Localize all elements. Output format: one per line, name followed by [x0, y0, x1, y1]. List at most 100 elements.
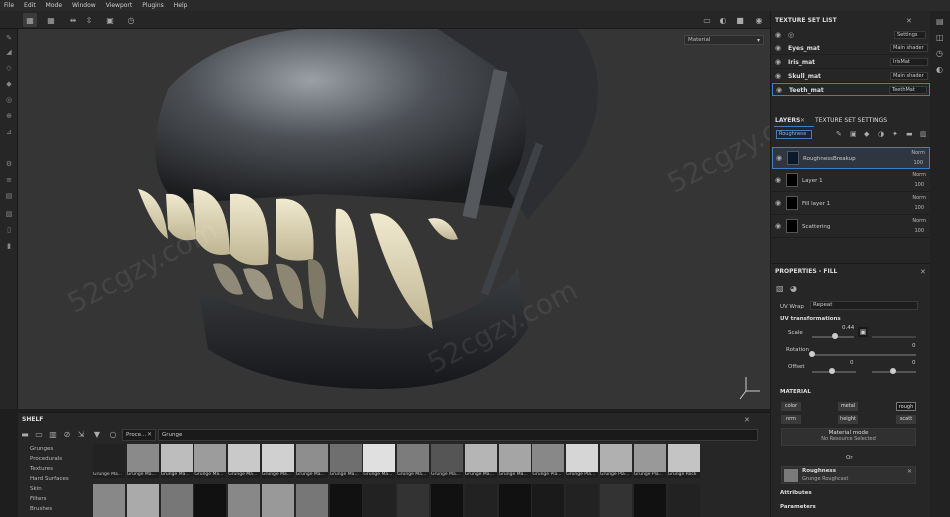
uv-transformations-section[interactable]: UV transformations [780, 316, 841, 322]
shelf-thumbnail[interactable] [93, 484, 125, 517]
image-icon[interactable]: ▧ [4, 209, 14, 219]
shelf-thumbnail[interactable] [363, 484, 396, 517]
rotation-slider[interactable] [812, 354, 916, 356]
layers-tool-icon[interactable]: ≡ [4, 175, 14, 185]
frame-icon[interactable]: ▣ [103, 13, 117, 27]
material-mode-box[interactable]: Material mode No Resource Selected [781, 428, 916, 446]
projection-icon[interactable]: ◇ [4, 63, 14, 73]
shader-dropdown[interactable]: IrisMat [890, 58, 928, 66]
eye-icon[interactable]: ◉ [775, 199, 783, 207]
import-icon[interactable]: ⇲ [76, 430, 86, 440]
offset-y-value[interactable]: 0 [912, 360, 916, 366]
settings-dropdown[interactable]: Settings [894, 31, 926, 39]
mat-metal-button[interactable]: metal [838, 402, 858, 411]
clone-icon[interactable]: ⊕ [4, 111, 14, 121]
menu-edit[interactable]: Edit [24, 2, 36, 9]
smudge-icon[interactable]: ◎ [4, 95, 14, 105]
shelf-thumbnail[interactable]: Grunge Ma... [194, 444, 227, 478]
layer-opacity[interactable]: 100 [914, 228, 924, 234]
material-sphere-icon[interactable]: ◕ [790, 284, 797, 293]
paint-layer-icon[interactable]: ✎ [836, 130, 842, 138]
shelf-thumbnail[interactable]: Grunge Ma... [498, 444, 531, 478]
shelf-thumbnail[interactable]: Grunge Ma... [329, 444, 362, 478]
shelf-thumbnail[interactable] [194, 484, 227, 517]
shelf-thumbnail[interactable]: Grunge Rock [667, 444, 700, 478]
panel-close-icon[interactable]: ✕ [906, 17, 912, 25]
eye-icon[interactable]: ◉ [775, 44, 783, 52]
shelf-thumbnail[interactable]: Grunge Ma... [160, 444, 193, 478]
shelf-thumbnail[interactable]: Grunge Ma... [262, 444, 294, 478]
shelf-thumbnail[interactable]: Grunge Pla... [600, 444, 632, 478]
offset-y-knob[interactable] [890, 368, 896, 374]
offset-x-knob[interactable] [829, 368, 835, 374]
display-settings-icon[interactable]: ▭ [700, 13, 714, 27]
shelf-thumbnail[interactable]: Grunge Ma... [397, 444, 430, 478]
export-icon[interactable]: ▮ [4, 241, 14, 251]
delete-icon[interactable]: ▥ [48, 430, 58, 440]
filter-icon[interactable]: ▼ [92, 430, 102, 440]
shelf-thumbnail[interactable]: Grunge Ma... [431, 444, 463, 478]
texture-set-row-selected[interactable]: ◉ Teeth_mat TeethMat [772, 83, 930, 96]
shelf-thumbnail[interactable] [464, 484, 497, 517]
category-filters[interactable]: Filters [30, 496, 47, 502]
3d-viewport[interactable] [18, 29, 770, 409]
shelf-thumbnail[interactable]: Grunge Ma... [295, 444, 328, 478]
eye-off-icon[interactable]: ◎ [788, 31, 794, 39]
history-icon[interactable]: ◷ [124, 13, 138, 27]
shelf-thumbnail[interactable] [532, 484, 565, 517]
tab-texture-set-settings[interactable]: TEXTURE SET SETTINGS [815, 117, 887, 124]
hide-icon[interactable]: ⊘ [62, 430, 72, 440]
layer-row[interactable]: ◉ Layer 1 Norm 100 [772, 170, 930, 192]
texture-set-row[interactable]: ◉ Iris_mat IrisMat [772, 56, 930, 69]
display-icon[interactable]: ◐ [936, 65, 943, 74]
eye-icon[interactable]: ◉ [775, 176, 783, 184]
offset-x-value[interactable]: 0 [850, 360, 854, 366]
shelf-thumbnail[interactable]: Grunge Ma... [363, 444, 396, 478]
history-icon[interactable]: ◷ [936, 49, 943, 58]
blend-mode[interactable]: Norm [911, 150, 925, 156]
mat-color-button[interactable]: color [781, 402, 801, 411]
folder-icon[interactable]: ▬ [906, 130, 913, 138]
menu-window[interactable]: Window [72, 2, 96, 9]
layer-opacity[interactable]: 100 [914, 205, 924, 211]
menu-mode[interactable]: Mode [46, 2, 62, 9]
category-hard-surfaces[interactable]: Hard Surfaces [30, 476, 69, 482]
category-skin[interactable]: Skin [30, 486, 42, 492]
blend-mode[interactable]: Norm [912, 172, 926, 178]
remove-filter-icon[interactable]: ✕ [147, 431, 152, 438]
layer-opacity[interactable]: 100 [914, 182, 924, 188]
mat-nrm-button[interactable]: nrm [781, 415, 801, 424]
shelf-thumbnail[interactable]: Grunge Pla... [633, 444, 666, 478]
add-layer-icon[interactable]: ▣ [850, 130, 857, 138]
shelf-thumbnail[interactable] [498, 484, 531, 517]
mirror-icon[interactable]: ⇳ [82, 13, 96, 27]
tab-layers[interactable]: LAYERS [775, 117, 800, 124]
layer-opacity[interactable]: 100 [913, 160, 923, 166]
tab-close-icon[interactable]: ✕ [800, 117, 805, 124]
eye-icon[interactable]: ◉ [775, 72, 783, 80]
grid-large-icon[interactable]: ▦ [44, 13, 58, 27]
shelf-thumbnail[interactable] [600, 484, 632, 517]
shader-dropdown[interactable]: TeethMat [889, 86, 927, 94]
shelf-thumbnail[interactable]: Grunge Ma... [464, 444, 497, 478]
eye-icon[interactable]: ◉ [775, 58, 783, 66]
shelf-thumbnail[interactable]: Grunge Pla... [532, 444, 565, 478]
category-procedurals[interactable]: Procedurals [30, 456, 62, 462]
camera-icon[interactable]: ■ [733, 13, 747, 27]
scale-value[interactable]: 0.44 [842, 325, 854, 331]
clear-resource-icon[interactable]: ✕ [907, 468, 912, 475]
panel-close-icon[interactable]: ✕ [920, 268, 926, 276]
shelf-thumbnail[interactable]: Grunge Ma... [93, 444, 125, 478]
eye-icon[interactable]: ◉ [775, 31, 781, 39]
eye-icon[interactable]: ◉ [776, 154, 784, 162]
layer-row[interactable]: ◉ Scattering Norm 100 [772, 216, 930, 238]
rotation-value[interactable]: 0 [912, 343, 916, 349]
menu-viewport[interactable]: Viewport [106, 2, 133, 9]
attributes-section[interactable]: Attributes [780, 490, 812, 496]
fill-properties-icon[interactable]: ▧ [776, 284, 784, 293]
settings-tool-icon[interactable]: ⚙ [4, 159, 14, 169]
menu-plugins[interactable]: Plugins [142, 2, 164, 9]
paint-brush-icon[interactable]: ✎ [4, 33, 14, 43]
shader-dropdown[interactable]: Main shader [890, 72, 928, 80]
shelf-thumbnail[interactable] [228, 484, 261, 517]
